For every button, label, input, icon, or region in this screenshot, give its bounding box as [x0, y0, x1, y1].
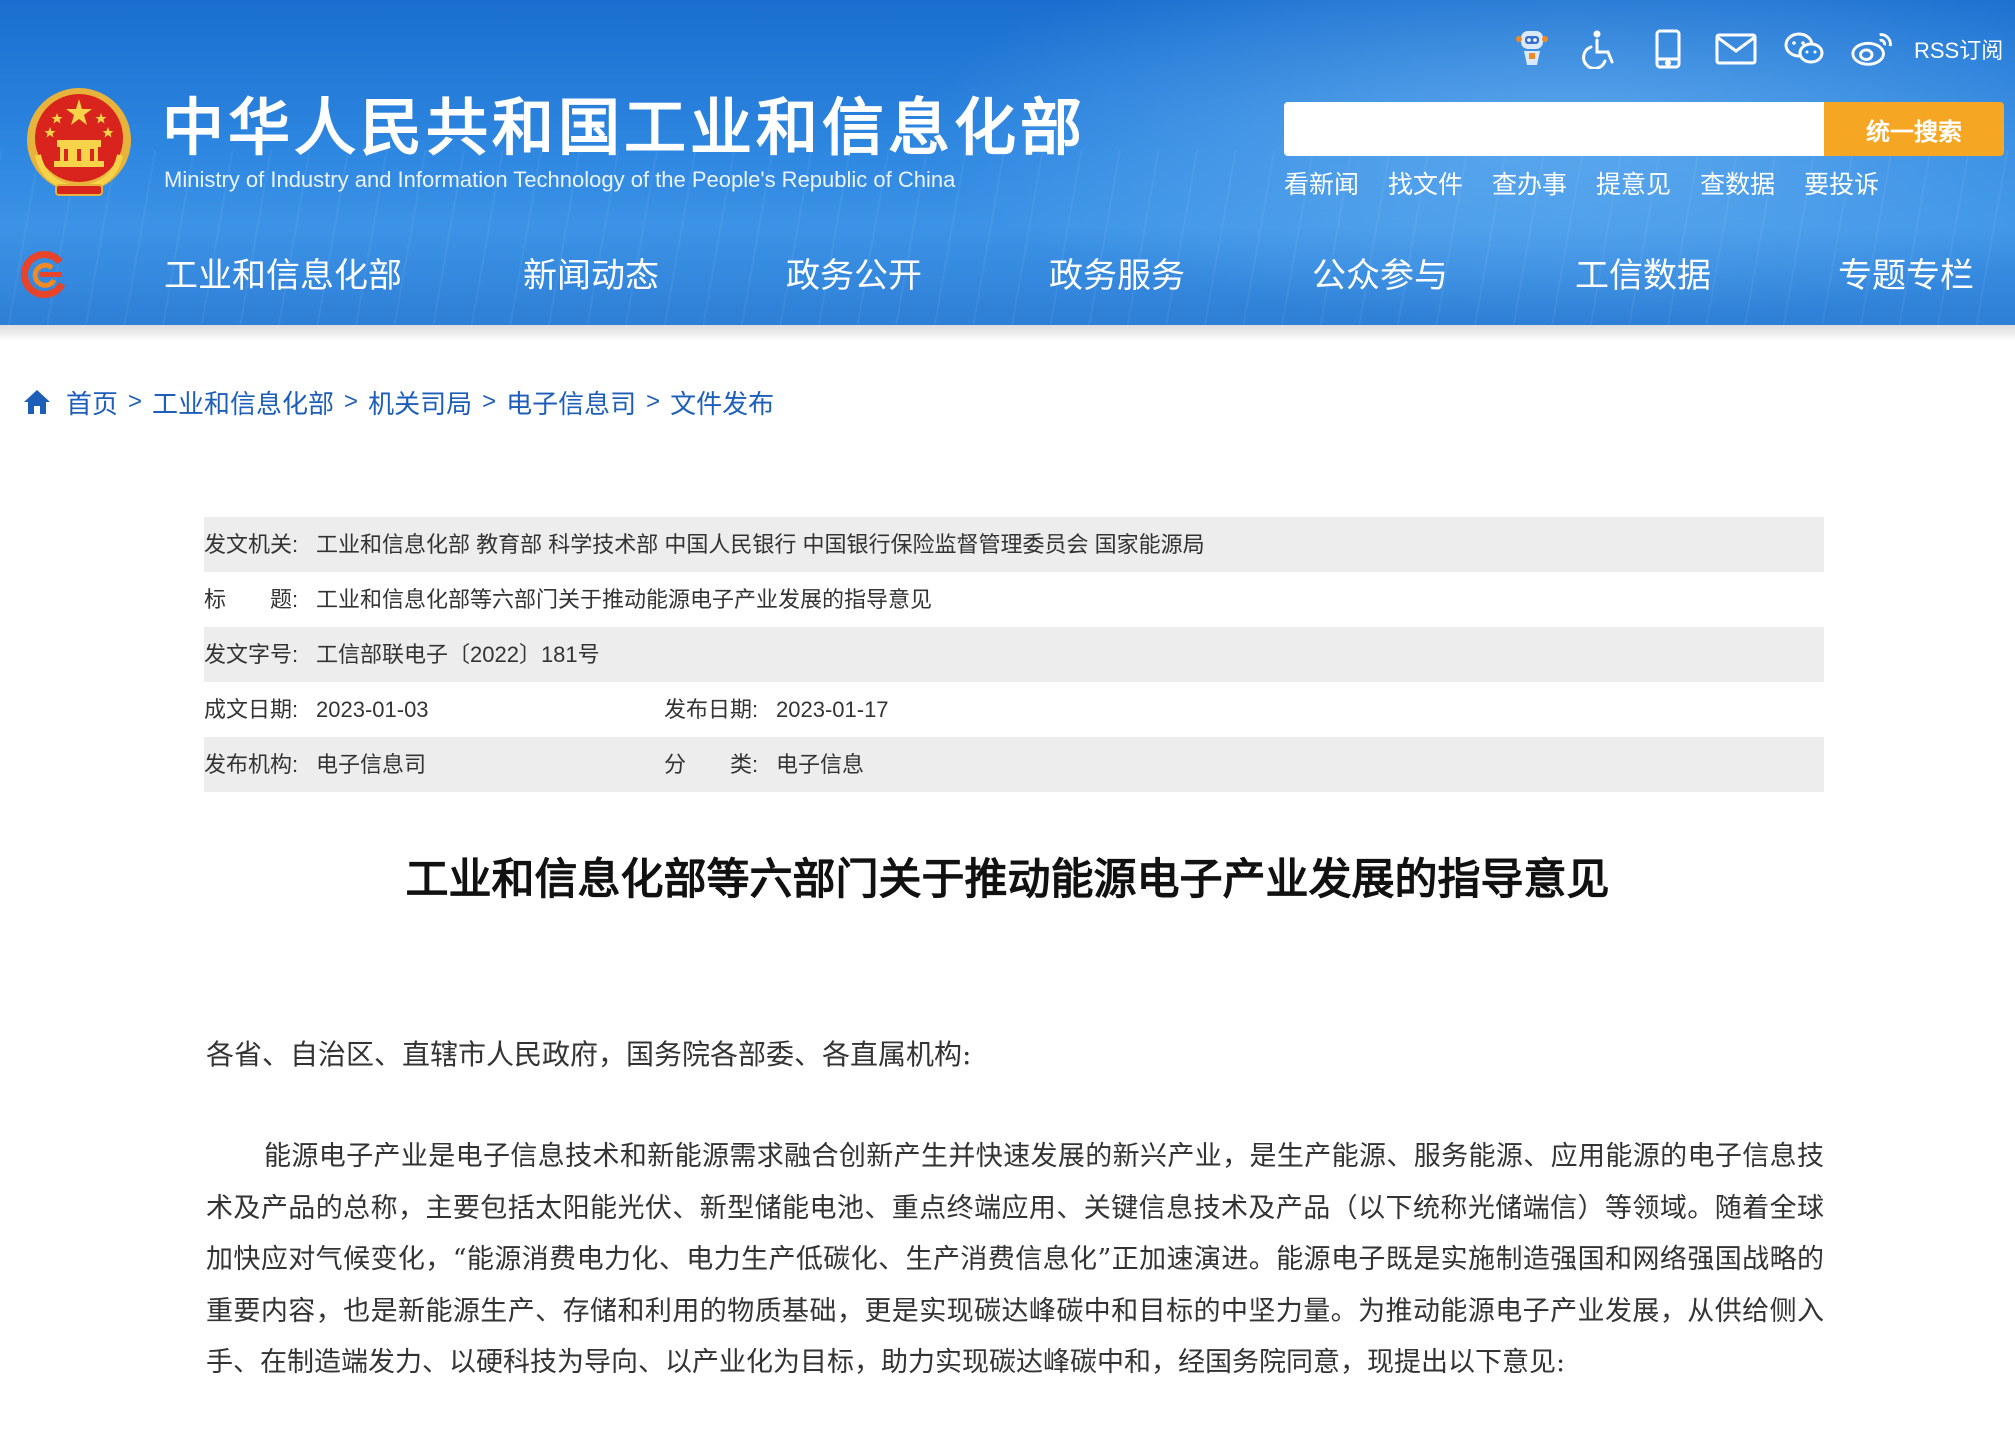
- quick-link-complaints[interactable]: 要投诉: [1804, 168, 1879, 202]
- meta-value-title: 工业和信息化部等六部门关于推动能源电子产业发展的指导意见: [316, 587, 933, 612]
- meta-label-title: 标 题:: [204, 587, 299, 612]
- search-input[interactable]: [1284, 102, 1824, 156]
- quick-link-suggestions[interactable]: 提意见: [1596, 168, 1671, 202]
- breadcrumb-miit[interactable]: 工业和信息化部: [152, 384, 334, 421]
- meta-row-issuer: 发文机关: 工业和信息化部 教育部 科学技术部 中国人民银行 中国银行保险监督管…: [204, 517, 1824, 572]
- weibo-icon[interactable]: [1850, 27, 1894, 71]
- site-search: 统一搜索: [1284, 102, 2004, 156]
- home-icon[interactable]: [22, 388, 52, 416]
- nav-item-miit-data[interactable]: 工信数据: [1575, 248, 1711, 304]
- nav-item-government-affairs[interactable]: 政务公开: [786, 248, 922, 304]
- meta-row-dates: 成文日期: 2023-01-03 发布日期: 2023-01-17: [204, 682, 1824, 737]
- meta-value-issuer: 工业和信息化部 教育部 科学技术部 中国人民银行 中国银行保险监督管理委员会 国…: [316, 532, 1205, 557]
- breadcrumb-separator: >: [646, 388, 661, 415]
- meta-label-published-date: 发布日期:: [664, 697, 759, 722]
- wechat-icon[interactable]: [1782, 27, 1826, 71]
- breadcrumb-separator: >: [482, 388, 497, 415]
- mail-icon[interactable]: [1714, 27, 1758, 71]
- nav-item-news[interactable]: 新闻动态: [523, 248, 659, 304]
- quick-links: 看新闻 找文件 查办事 提意见 查数据 要投诉: [1284, 168, 1908, 202]
- top-utility-bar: RSS订阅: [1510, 24, 2003, 74]
- accessibility-icon[interactable]: [1578, 27, 1622, 71]
- breadcrumb-file-release[interactable]: 文件发布: [670, 384, 774, 421]
- breadcrumb-electronics-dept[interactable]: 电子信息司: [506, 384, 636, 421]
- meta-value-category: 电子信息: [776, 752, 865, 777]
- quick-link-news[interactable]: 看新闻: [1284, 168, 1359, 202]
- nav-item-government-services[interactable]: 政务服务: [1049, 248, 1185, 304]
- site-header: 中华人民共和国工业和信息化部 Ministry of Industry and …: [0, 0, 2015, 325]
- meta-label-created-date: 成文日期:: [204, 697, 299, 722]
- site-title: 中华人民共和国工业和信息化部: [162, 91, 1087, 164]
- meta-value-doc-number: 工信部联电子〔2022〕181号: [316, 642, 600, 667]
- breadcrumb: 首页 > 工业和信息化部 > 机关司局 > 电子信息司 > 文件发布: [22, 382, 774, 422]
- quick-link-data[interactable]: 查数据: [1700, 168, 1775, 202]
- miit-logo-icon[interactable]: [18, 248, 70, 300]
- robot-assistant-icon[interactable]: [1510, 27, 1554, 71]
- nav-item-miit[interactable]: 工业和信息化部: [164, 248, 402, 304]
- rss-subscribe-link[interactable]: RSS订阅: [1914, 33, 2003, 65]
- meta-row-org-category: 发布机构: 电子信息司 分 类: 电子信息: [204, 737, 1824, 792]
- breadcrumb-separator: >: [344, 388, 359, 415]
- meta-value-organization: 电子信息司: [316, 752, 427, 777]
- document-meta-table: 发文机关: 工业和信息化部 教育部 科学技术部 中国人民银行 中国银行保险监督管…: [204, 517, 1824, 792]
- article-title: 工业和信息化部等六部门关于推动能源电子产业发展的指导意见: [405, 855, 1610, 905]
- site-subtitle: Ministry of Industry and Information Tec…: [164, 167, 956, 192]
- breadcrumb-departments[interactable]: 机关司局: [368, 384, 472, 421]
- meta-value-published-date: 2023-01-17: [776, 697, 889, 722]
- nav-item-special-topics[interactable]: 专题专栏: [1838, 248, 1974, 304]
- main-navigation: 工业和信息化部 新闻动态 政务公开 政务服务 公众参与 工信数据 专题专栏: [0, 238, 2015, 324]
- national-emblem-icon[interactable]: [24, 85, 134, 199]
- quick-link-services[interactable]: 查办事: [1492, 168, 1567, 202]
- meta-label-organization: 发布机构:: [204, 752, 299, 777]
- breadcrumb-home[interactable]: 首页: [66, 384, 118, 421]
- meta-label-issuer: 发文机关:: [204, 532, 299, 557]
- article-paragraph: 能源电子产业是电子信息技术和新能源需求融合创新产生并快速发展的新兴产业，是生产能…: [206, 1141, 1824, 1379]
- unified-search-button[interactable]: 统一搜索: [1824, 102, 2004, 156]
- mobile-icon[interactable]: [1646, 27, 1690, 71]
- meta-label-category: 分 类:: [664, 752, 759, 777]
- quick-link-documents[interactable]: 找文件: [1388, 168, 1463, 202]
- breadcrumb-separator: >: [128, 388, 143, 415]
- meta-value-created-date: 2023-01-03: [316, 697, 429, 722]
- meta-row-title: 标 题: 工业和信息化部等六部门关于推动能源电子产业发展的指导意见: [204, 572, 1824, 627]
- article-salutation: 各省、自治区、直辖市人民政府，国务院各部委、各直属机构:: [206, 1038, 972, 1071]
- nav-item-public-participation[interactable]: 公众参与: [1312, 248, 1448, 304]
- meta-row-doc-number: 发文字号: 工信部联电子〔2022〕181号: [204, 627, 1824, 682]
- meta-label-doc-number: 发文字号:: [204, 642, 299, 667]
- header-shadow: [0, 325, 2015, 341]
